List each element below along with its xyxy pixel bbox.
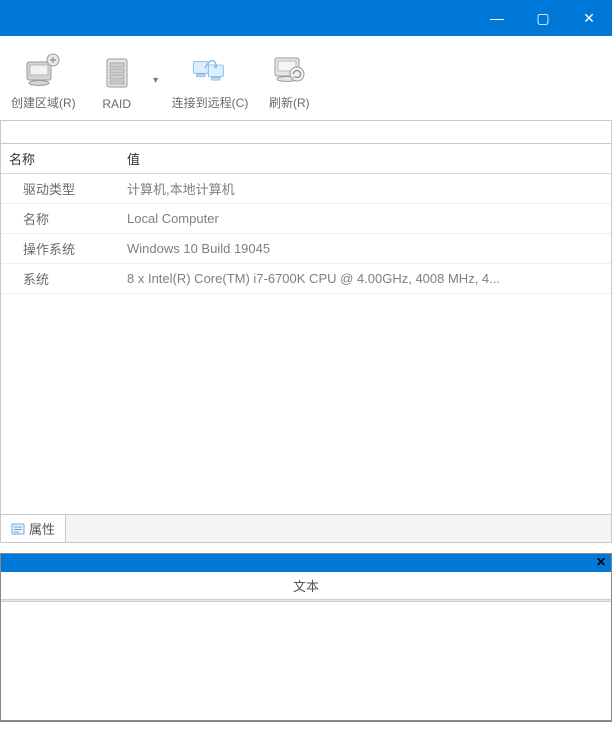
prop-value: 计算机,本地计算机 (119, 174, 611, 204)
maximize-button[interactable]: ▢ (520, 0, 566, 36)
connect-remote-icon (190, 50, 230, 90)
toolbar-label: RAID (102, 97, 131, 111)
column-value[interactable]: 值 (119, 144, 611, 174)
log-body (1, 600, 611, 720)
prop-name: 系统 (1, 264, 119, 294)
refresh-icon (269, 50, 309, 90)
log-panel: ✕ 文本 (0, 553, 612, 722)
table-row[interactable]: 操作系统 Windows 10 Build 19045 (1, 234, 611, 264)
property-tabs: 属性 (0, 515, 612, 543)
prop-name: 驱动类型 (1, 174, 119, 204)
prop-value: Local Computer (119, 204, 611, 234)
prop-value: 8 x Intel(R) Core(TM) i7-6700K CPU @ 4.0… (119, 264, 611, 294)
log-column-header[interactable]: 文本 (1, 572, 611, 600)
region-icon (23, 50, 63, 90)
table-row[interactable]: 系统 8 x Intel(R) Core(TM) i7-6700K CPU @ … (1, 264, 611, 294)
close-button[interactable]: ✕ (566, 0, 612, 36)
log-panel-header[interactable]: ✕ (1, 554, 611, 572)
refresh-button[interactable]: 刷新(R) (257, 44, 321, 116)
property-grid: 名称 值 驱动类型 计算机,本地计算机 名称 Local Computer 操作… (0, 143, 612, 515)
raid-icon (97, 53, 137, 93)
toolbar: 创建区域(R) RAID ▾ (0, 36, 612, 121)
minimize-button[interactable]: — (474, 0, 520, 36)
prop-name: 操作系统 (1, 234, 119, 264)
panel-spacer (0, 121, 612, 143)
property-grid-header: 名称 值 (1, 144, 611, 174)
toolbar-label: 刷新(R) (269, 94, 310, 111)
tab-label: 属性 (29, 519, 55, 538)
create-region-button[interactable]: 创建区域(R) (4, 44, 83, 116)
column-name[interactable]: 名称 (1, 144, 119, 174)
toolbar-label: 创建区域(R) (11, 94, 76, 111)
raid-button[interactable]: RAID (85, 44, 149, 116)
table-row[interactable]: 驱动类型 计算机,本地计算机 (1, 174, 611, 204)
properties-icon (11, 522, 25, 536)
chevron-down-icon: ▾ (153, 75, 158, 86)
tab-properties[interactable]: 属性 (1, 515, 66, 542)
raid-dropdown-button[interactable]: ▾ (149, 44, 163, 116)
toolbar-label: 连接到远程(C) (172, 94, 249, 111)
prop-value: Windows 10 Build 19045 (119, 234, 611, 264)
table-row[interactable]: 名称 Local Computer (1, 204, 611, 234)
titlebar: — ▢ ✕ (0, 0, 612, 36)
raid-split-button: RAID ▾ (85, 44, 163, 116)
prop-name: 名称 (1, 204, 119, 234)
connect-remote-button[interactable]: 连接到远程(C) (165, 44, 256, 116)
close-icon[interactable]: ✕ (593, 554, 609, 570)
